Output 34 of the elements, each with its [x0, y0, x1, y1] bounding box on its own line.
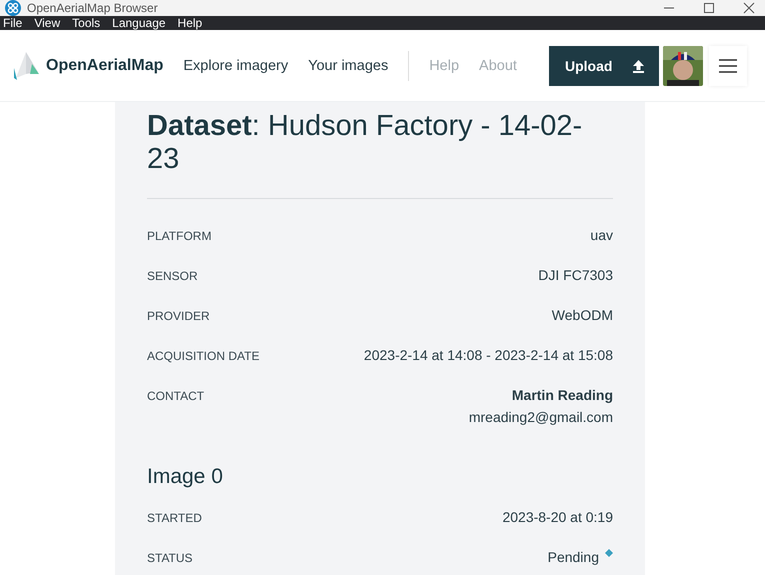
dataset-title: Dataset: Hudson Factory - 14-02-23: [147, 110, 584, 176]
image-heading: Image 0: [147, 465, 224, 489]
diamond-icon: [605, 549, 613, 557]
menu-icon: [719, 58, 737, 72]
field-label: PROVIDER: [147, 309, 210, 323]
contact-name: Martin Reading: [512, 387, 613, 403]
field-value: 2023-8-20 at 0:19: [502, 509, 613, 525]
status-value: Pending: [548, 549, 599, 565]
menu-item[interactable]: Language: [112, 16, 166, 30]
field-label: STATUS: [147, 551, 193, 565]
menu-item[interactable]: File: [3, 16, 22, 30]
field-label: ACQUISITION DATE: [147, 349, 260, 363]
menu-item[interactable]: Tools: [72, 16, 100, 30]
menu-item[interactable]: Help: [178, 16, 202, 30]
field-value: 2023-2-14 at 14:08 - 2023-2-14 at 15:08: [364, 347, 613, 363]
upload-icon: [632, 58, 645, 72]
field-label: STARTED: [147, 511, 202, 525]
brand-name[interactable]: OpenAerialMap: [46, 56, 164, 74]
menu-item[interactable]: View: [34, 16, 60, 30]
field-value: uav: [590, 227, 613, 243]
field-label: PLATFORM: [147, 229, 212, 243]
close-icon[interactable]: [743, 2, 755, 14]
nav-link[interactable]: Your images: [308, 58, 388, 74]
contact-email: mreading2@gmail.com: [468, 409, 613, 425]
field-label: SENSOR: [147, 269, 198, 283]
field-label: CONTACT: [147, 389, 204, 403]
nav-link[interactable]: Explore imagery: [183, 58, 288, 74]
field-value: WebODM: [552, 307, 613, 323]
field-value: DJI FC7303: [538, 267, 613, 283]
upload-button[interactable]: Upload: [549, 46, 659, 86]
menu-button[interactable]: [709, 46, 747, 86]
maximize-icon[interactable]: [703, 2, 715, 14]
logo-icon: [12, 50, 42, 82]
window-title: OpenAerialMap Browser: [27, 1, 158, 15]
